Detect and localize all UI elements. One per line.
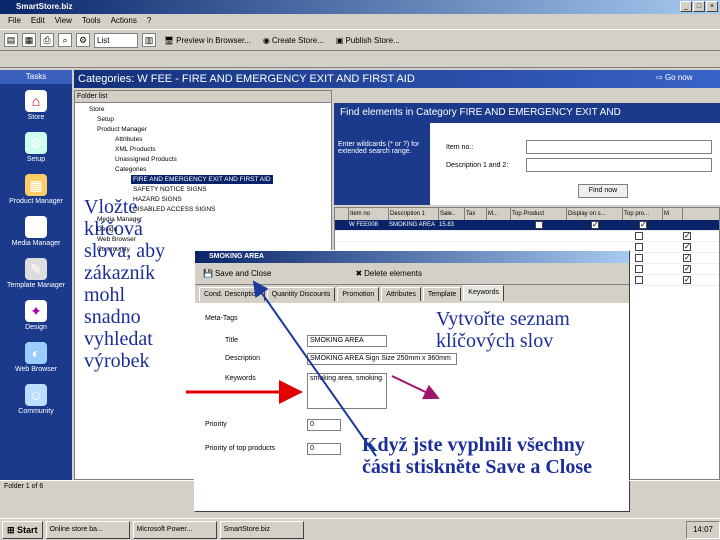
annotation-arrows (186, 280, 440, 457)
arrow-blue (252, 280, 377, 457)
arrow-purple (391, 375, 440, 400)
